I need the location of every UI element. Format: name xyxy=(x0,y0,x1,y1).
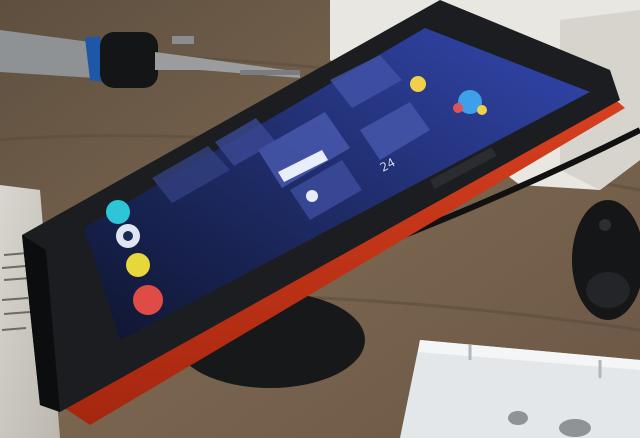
photo-scene xyxy=(0,0,640,438)
add-button-icon xyxy=(306,190,318,202)
messages-app-icon xyxy=(106,200,130,224)
clock-app-icon xyxy=(126,253,150,277)
people-app-icon xyxy=(133,285,163,315)
screen-status-icon xyxy=(410,76,426,92)
